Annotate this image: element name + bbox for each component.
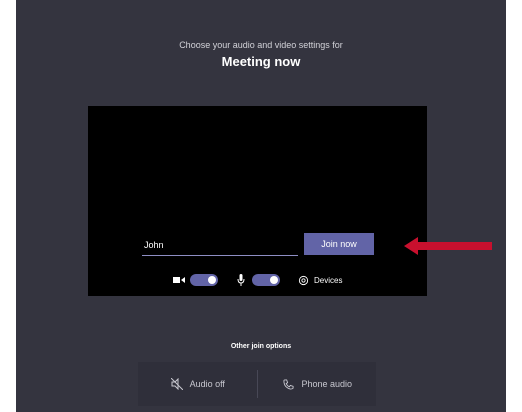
phone-icon [281,377,295,391]
gear-icon [296,273,310,287]
video-preview: Join now Devices [88,106,427,296]
devices-button[interactable]: Devices [296,273,342,287]
audio-off-button[interactable]: Audio off [138,362,257,406]
meeting-title: Meeting now [221,54,301,69]
settings-subtitle: Choose your audio and video settings for [179,40,343,50]
mic-control [234,273,280,287]
other-join-options-label: Other join options [230,343,292,350]
camera-control [172,273,218,287]
camera-toggle[interactable] [190,274,218,286]
camera-icon [172,273,186,287]
mic-toggle[interactable] [252,274,280,286]
microphone-icon [234,273,248,287]
speaker-off-icon [170,377,184,391]
phone-audio-label: Phone audio [301,379,353,389]
name-input[interactable] [142,234,298,256]
other-join-options: Audio off Phone audio [138,362,376,406]
audio-off-label: Audio off [189,379,225,389]
red-arrow-annotation [404,237,492,255]
join-now-button[interactable]: Join now [304,233,374,255]
phone-audio-button[interactable]: Phone audio [258,362,377,406]
prejoin-screen: Choose your audio and video settings for… [16,0,506,412]
device-controls: Devices [172,272,358,288]
devices-label: Devices [314,275,343,285]
